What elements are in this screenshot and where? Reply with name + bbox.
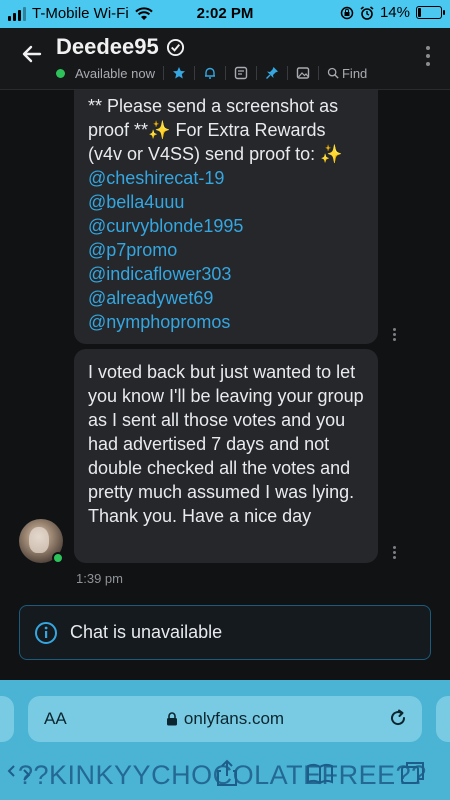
mention-link[interactable]: @indicaflower303 bbox=[88, 262, 364, 286]
mention-link[interactable]: @bella4uuu bbox=[88, 190, 364, 214]
lock-rotation-icon bbox=[340, 6, 354, 19]
url-text[interactable]: onlyfans.com bbox=[184, 709, 284, 729]
notice-text: Chat is unavailable bbox=[70, 622, 223, 642]
back-arrow-icon[interactable] bbox=[20, 42, 44, 66]
info-icon bbox=[35, 621, 57, 644]
gallery-icon[interactable] bbox=[296, 66, 310, 80]
overlay-watermark-text: ??KINKYYCHOCOLATEFREE?? bbox=[18, 760, 427, 790]
message-options-icon[interactable] bbox=[393, 328, 396, 341]
verified-badge-icon bbox=[166, 38, 184, 56]
alarm-icon bbox=[360, 5, 374, 20]
favorite-star-icon[interactable] bbox=[172, 66, 186, 80]
find-label: Find bbox=[341, 65, 368, 81]
avatar[interactable] bbox=[19, 519, 64, 564]
online-dot-icon bbox=[52, 552, 64, 564]
message-text: I voted back but just wanted to let you … bbox=[88, 362, 364, 526]
pin-icon[interactable] bbox=[265, 66, 279, 80]
message-bubble[interactable]: I voted back but just wanted to let you … bbox=[74, 349, 378, 563]
next-tab-edge[interactable] bbox=[436, 696, 450, 742]
header-toolbar: Available now Find bbox=[56, 64, 367, 82]
message-options-icon[interactable] bbox=[393, 546, 396, 559]
mention-link[interactable]: @alreadywet69 bbox=[88, 286, 364, 310]
address-bar[interactable]: AA onlyfans.com bbox=[28, 696, 422, 742]
contact-title[interactable]: Deedee95 bbox=[56, 34, 185, 60]
message-bubble[interactable]: ** Please send a screenshot as proof **✨… bbox=[74, 90, 378, 344]
mention-link[interactable]: @curvyblonde1995 bbox=[88, 214, 364, 238]
find-button[interactable]: Find bbox=[327, 66, 367, 81]
notification-bell-icon[interactable] bbox=[203, 66, 217, 80]
battery-icon bbox=[416, 6, 445, 19]
mention-link[interactable]: @cheshirecat-19 bbox=[88, 166, 364, 190]
notes-icon[interactable] bbox=[234, 66, 248, 80]
online-dot-icon bbox=[56, 68, 65, 78]
availability-status: Available now bbox=[75, 65, 155, 81]
browser-bar: AA onlyfans.com ??KINKYYCHOCOLATEFREE?? bbox=[0, 680, 450, 800]
previous-tab-edge[interactable] bbox=[0, 696, 14, 742]
mention-link[interactable]: @nymphopromos bbox=[88, 310, 364, 334]
message-timestamp: 1:39 pm bbox=[76, 571, 123, 586]
chat-header: Deedee95 Available now Find bbox=[0, 28, 450, 90]
message-text: ** Please send a screenshot as proof **✨… bbox=[88, 96, 343, 164]
reload-icon[interactable] bbox=[388, 708, 408, 728]
chat-unavailable-notice: Chat is unavailable bbox=[19, 605, 431, 660]
mention-link[interactable]: @p7promo bbox=[88, 238, 364, 262]
search-icon bbox=[327, 67, 339, 79]
battery-percent: 14% bbox=[379, 4, 410, 21]
status-bar: T-Mobile Wi-Fi 2:02 PM 14% bbox=[0, 0, 450, 28]
more-options-icon[interactable] bbox=[426, 46, 430, 66]
lock-icon bbox=[166, 712, 177, 726]
contact-name[interactable]: Deedee95 bbox=[56, 34, 159, 60]
